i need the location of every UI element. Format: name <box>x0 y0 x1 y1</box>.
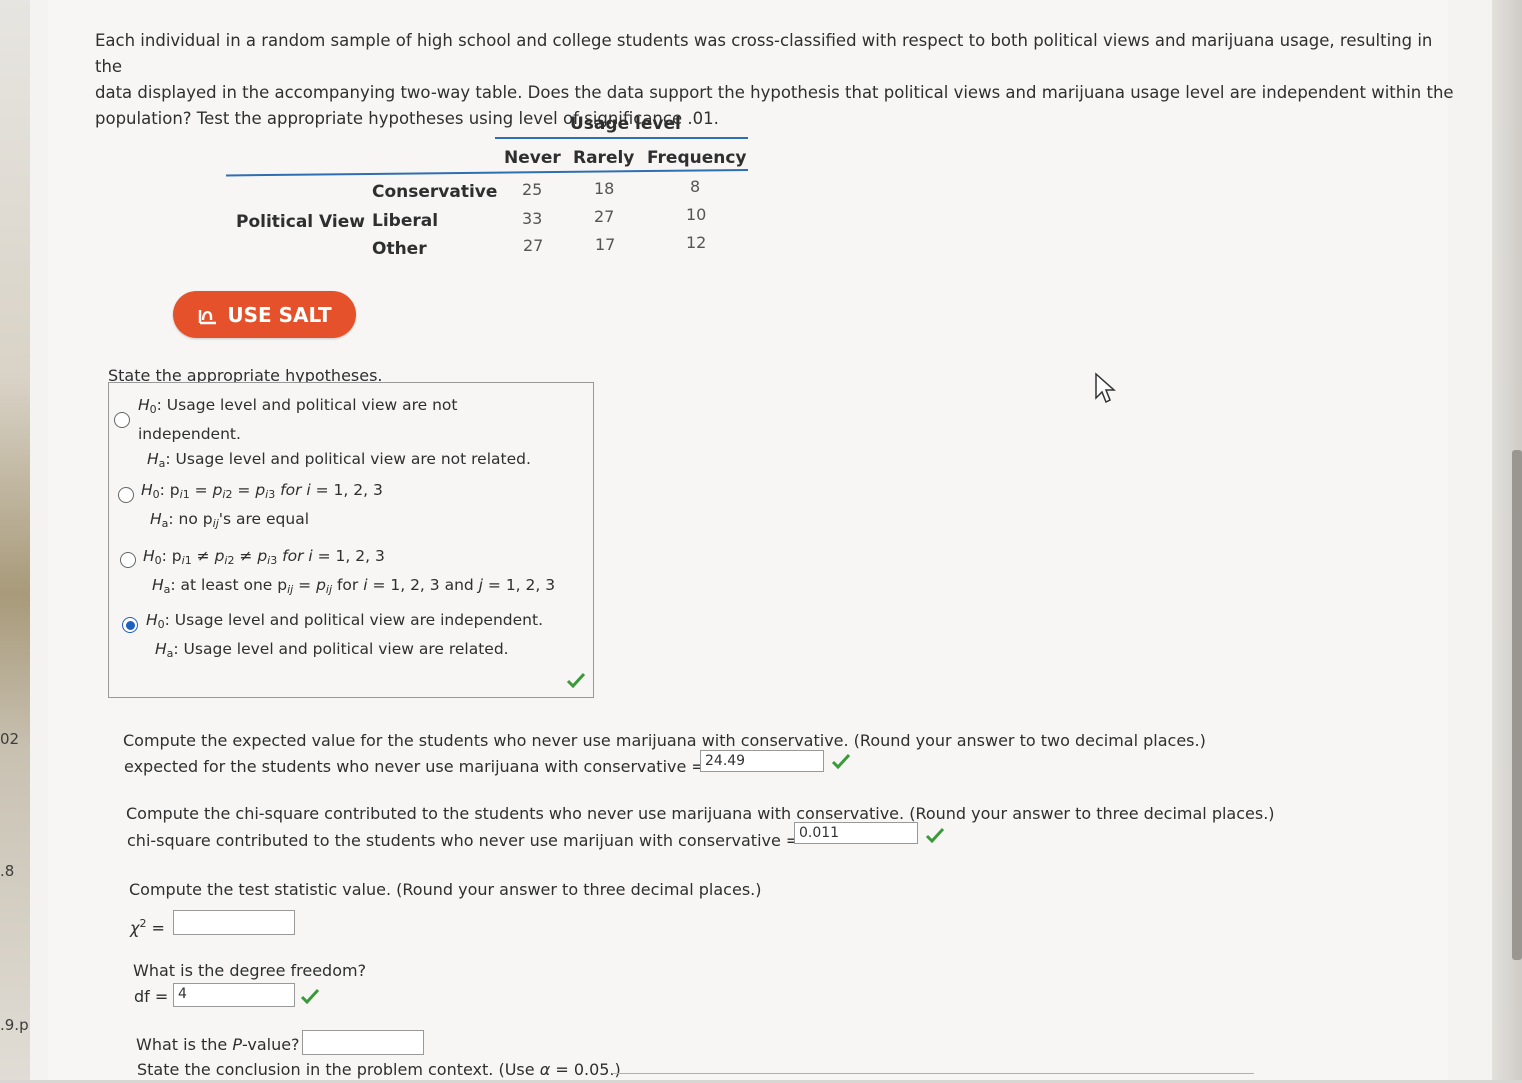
scrollbar[interactable] <box>1492 0 1522 1080</box>
conclusion-text: State the conclusion in the problem cont… <box>137 1060 535 1079</box>
use-salt-label: USE SALT <box>227 302 332 327</box>
hypothesis-option-3[interactable]: H0: pi1 ≠ pi2 ≠ pi3 for i = 1, 2, 3 Ha: … <box>143 544 555 602</box>
option-ha-text: : at least one p <box>170 576 288 594</box>
option-h0-text-cont: independent. <box>138 425 241 443</box>
option-h0-text: : Usage level and political view are ind… <box>164 611 543 629</box>
conclusion-dropdown-edge[interactable] <box>612 1073 1254 1074</box>
option-ha-text: : Usage level and political view are rel… <box>173 640 509 658</box>
hypothesis-option-1[interactable]: H0: Usage level and political view are n… <box>138 393 531 476</box>
hypothesis-option-4-radio[interactable] <box>122 617 138 633</box>
column-header-rarely: Rarely <box>573 148 635 168</box>
edge-label: .9.p <box>0 1016 29 1034</box>
usage-level-header: Usage level <box>570 114 681 134</box>
correct-check-icon <box>831 753 851 769</box>
correct-check-icon <box>925 827 945 843</box>
chisq-contrib-question: Compute the chi-square contributed to th… <box>126 804 1275 823</box>
hypothesis-option-3-radio[interactable] <box>120 552 136 568</box>
table-cell: 18 <box>594 179 615 198</box>
table-cell: 12 <box>686 233 707 252</box>
prompt-line: data displayed in the accompanying two-w… <box>95 83 1454 102</box>
expected-question: Compute the expected value for the stude… <box>123 731 1206 750</box>
df-question: What is the degree freedom? <box>133 961 367 980</box>
use-salt-button[interactable]: USE SALT <box>173 291 356 338</box>
row-label-liberal: Liberal <box>372 211 439 231</box>
df-label: df = <box>134 987 169 1006</box>
option-h0-text: : p <box>159 481 180 499</box>
row-label-conservative: Conservative <box>372 182 498 202</box>
pvalue-question: What is the P-value? <box>136 1035 300 1054</box>
column-header-never: Never <box>504 148 561 168</box>
column-header-frequency: Frequency <box>647 148 747 168</box>
table-cell: 27 <box>594 207 615 226</box>
row-label-other: Other <box>372 239 427 259</box>
mouse-cursor-icon <box>1095 372 1116 404</box>
pvalue-input[interactable] <box>302 1030 424 1055</box>
option-h0-text: : p <box>161 547 182 565</box>
salt-logo-icon <box>199 309 217 324</box>
expected-label: expected for the students who never use … <box>124 757 705 776</box>
option-ha-text: : no p <box>168 510 213 528</box>
correct-check-icon <box>300 988 320 1004</box>
correct-check-icon <box>566 672 586 688</box>
conclusion-question: State the conclusion in the problem cont… <box>137 1060 621 1079</box>
option-ha-text: : Usage level and political view are not… <box>165 450 531 468</box>
hypothesis-option-2[interactable]: H0: pi1 = pi2 = pi3 for i = 1, 2, 3 Ha: … <box>141 478 383 536</box>
table-cell: 17 <box>595 235 616 254</box>
test-stat-input[interactable] <box>173 910 295 935</box>
expected-input[interactable]: 24.49 <box>700 750 824 772</box>
df-input[interactable]: 4 <box>173 983 295 1007</box>
political-view-label: Political View <box>236 212 365 232</box>
edge-label: .8 <box>0 862 15 880</box>
test-stat-question: Compute the test statistic value. (Round… <box>129 880 762 899</box>
table-cell: 27 <box>523 236 544 255</box>
prompt-line: population? Test the appropriate hypothe… <box>95 109 719 128</box>
table-cell: 8 <box>690 177 701 196</box>
scrollbar-thumb[interactable] <box>1512 450 1522 960</box>
table-cell: 25 <box>522 180 543 199</box>
hypothesis-option-4[interactable]: H0: Usage level and political view are i… <box>146 608 543 666</box>
chisq-contrib-input[interactable]: 0.011 <box>794 822 918 844</box>
table-rule <box>495 137 748 139</box>
question-prompt: Each individual in a random sample of hi… <box>95 28 1455 132</box>
edge-label: 02 <box>0 730 20 748</box>
option-h0-text: : Usage level and political view are not <box>156 396 458 414</box>
pvalue-question-text: What is the <box>136 1035 228 1054</box>
hypothesis-option-2-radio[interactable] <box>118 487 134 503</box>
prompt-line: Each individual in a random sample of hi… <box>95 31 1433 76</box>
chi-square-symbol: χ2 = <box>130 917 165 938</box>
conclusion-text-end: = 0.05.) <box>555 1060 621 1079</box>
table-cell: 33 <box>522 209 543 228</box>
table-cell: 10 <box>686 205 707 224</box>
hypothesis-option-1-radio[interactable] <box>114 412 130 428</box>
left-background-edge: 02 .8 .9.p <box>0 0 30 1080</box>
chisq-contrib-label: chi-square contributed to the students w… <box>127 831 800 850</box>
